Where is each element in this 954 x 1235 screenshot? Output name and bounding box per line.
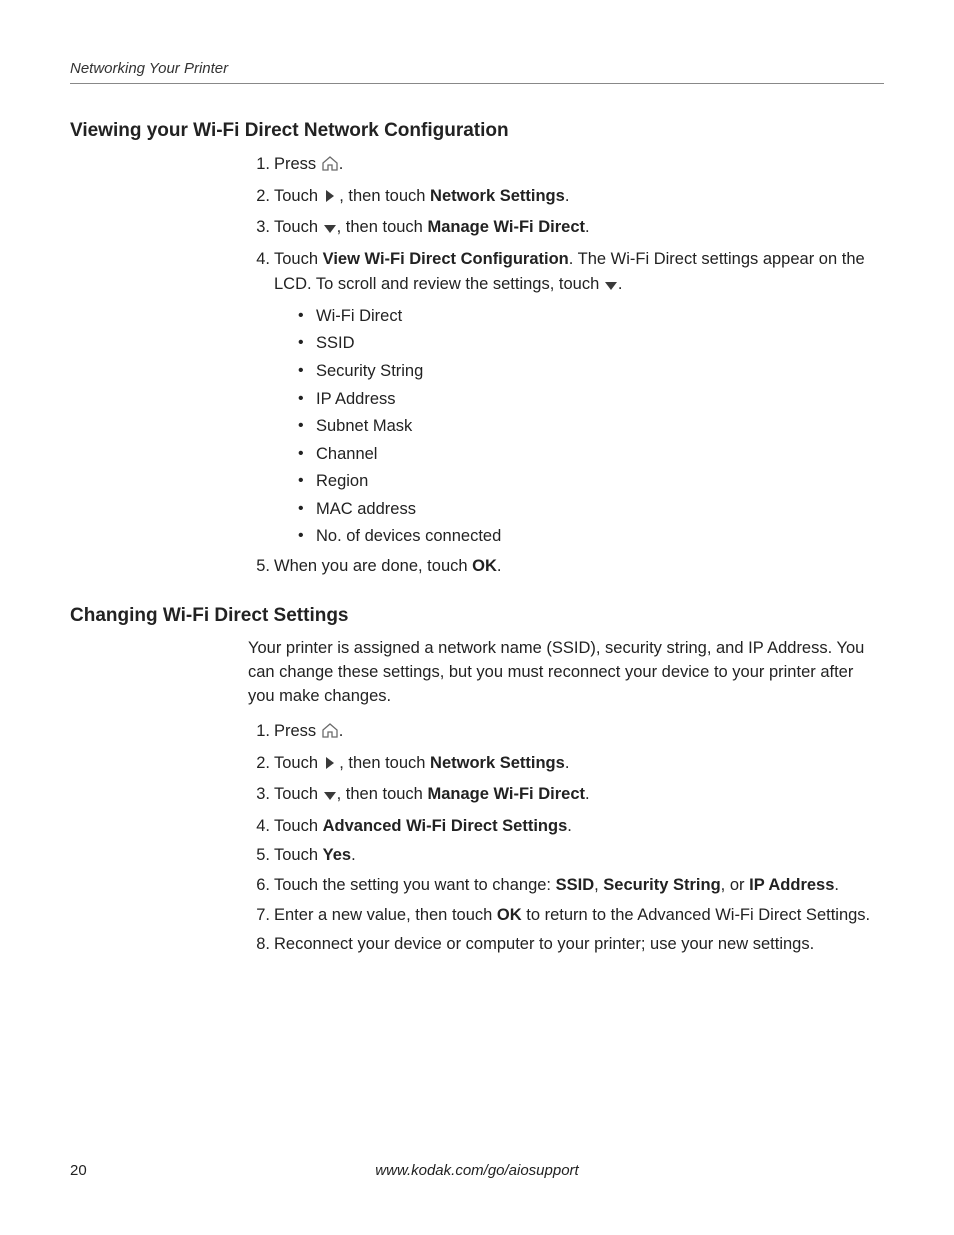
text: , or — [721, 876, 749, 894]
text: Enter a new value, then touch — [274, 906, 497, 924]
step: Touch View Wi-Fi Direct Configuration. T… — [248, 247, 884, 550]
bold-text: OK — [472, 557, 497, 575]
bold-text: SSID — [556, 876, 595, 894]
text: , then touch — [337, 218, 428, 236]
step: Touch Advanced Wi-Fi Direct Settings. — [248, 814, 884, 840]
footer-url: www.kodak.com/go/aiosupport — [70, 1162, 884, 1179]
bold-text: Manage Wi-Fi Direct — [427, 785, 585, 803]
bold-text: Advanced Wi-Fi Direct Settings — [323, 817, 568, 835]
text: . — [565, 754, 570, 772]
text: . — [618, 275, 623, 293]
text: Press — [274, 722, 321, 740]
arrow-down-icon — [323, 784, 337, 810]
text: Touch the setting you want to change: — [274, 876, 556, 894]
bold-text: Manage Wi-Fi Direct — [427, 218, 585, 236]
section1-bullets: Wi-Fi Direct SSID Security String IP Add… — [296, 304, 884, 550]
home-icon — [321, 154, 339, 180]
text: . — [339, 155, 344, 173]
step: Enter a new value, then touch OK to retu… — [248, 903, 884, 929]
arrow-right-icon — [323, 186, 335, 212]
text: Touch — [274, 754, 323, 772]
section2-heading: Changing Wi-Fi Direct Settings — [70, 605, 884, 627]
text: Touch — [274, 250, 323, 268]
text: . — [834, 876, 839, 894]
list-item: Security String — [296, 359, 884, 385]
text: Touch — [274, 817, 323, 835]
list-item: Region — [296, 469, 884, 495]
bold-text: OK — [497, 906, 522, 924]
text: to return to the Advanced Wi-Fi Direct S… — [522, 906, 870, 924]
list-item: No. of devices connected — [296, 524, 884, 550]
arrow-right-icon — [323, 753, 335, 779]
step: Touch , then touch Manage Wi-Fi Direct. — [248, 215, 884, 243]
page-number: 20 — [70, 1162, 87, 1179]
text: . — [497, 557, 502, 575]
text: , then touch — [335, 754, 430, 772]
text: . — [339, 722, 344, 740]
bold-text: View Wi-Fi Direct Configuration — [323, 250, 569, 268]
text: Touch — [274, 187, 323, 205]
text: , then touch — [335, 187, 430, 205]
list-item: Subnet Mask — [296, 414, 884, 440]
text: . — [585, 785, 590, 803]
text: . — [351, 846, 356, 864]
running-header: Networking Your Printer — [70, 60, 884, 84]
step: Touch the setting you want to change: SS… — [248, 873, 884, 899]
list-item: Channel — [296, 442, 884, 468]
list-item: SSID — [296, 331, 884, 357]
text: . — [567, 817, 572, 835]
step: Touch Yes. — [248, 843, 884, 869]
text: Touch — [274, 218, 323, 236]
section1-content: Press . Touch , then touch Network Setti… — [248, 152, 884, 579]
arrow-down-icon — [604, 274, 618, 300]
section2-content: Your printer is assigned a network name … — [248, 637, 884, 957]
section1-steps: Press . Touch , then touch Network Setti… — [248, 152, 884, 579]
text: , — [594, 876, 603, 894]
step: When you are done, touch OK. — [248, 554, 884, 580]
step: Reconnect your device or computer to you… — [248, 932, 884, 958]
section2-steps: Press . Touch , then touch Network Setti… — [248, 719, 884, 958]
bold-text: IP Address — [749, 876, 834, 894]
bold-text: Network Settings — [430, 187, 565, 205]
step: Touch , then touch Manage Wi-Fi Direct. — [248, 782, 884, 810]
page-footer: 20 www.kodak.com/go/aiosupport — [70, 1162, 884, 1179]
list-item: MAC address — [296, 497, 884, 523]
text: When you are done, touch — [274, 557, 472, 575]
arrow-down-icon — [323, 217, 337, 243]
list-item: Wi-Fi Direct — [296, 304, 884, 330]
bold-text: Network Settings — [430, 754, 565, 772]
bold-text: Security String — [603, 876, 720, 894]
text: . — [585, 218, 590, 236]
text: Touch — [274, 785, 323, 803]
step: Press . — [248, 152, 884, 180]
list-item: IP Address — [296, 387, 884, 413]
step: Touch , then touch Network Settings. — [248, 751, 884, 779]
text: . — [565, 187, 570, 205]
step: Touch , then touch Network Settings. — [248, 184, 884, 212]
home-icon — [321, 721, 339, 747]
text: , then touch — [337, 785, 428, 803]
text: Press — [274, 155, 321, 173]
bold-text: Yes — [323, 846, 351, 864]
section2-intro: Your printer is assigned a network name … — [248, 637, 884, 709]
section1-heading: Viewing your Wi-Fi Direct Network Config… — [70, 120, 884, 142]
text: Touch — [274, 846, 323, 864]
step: Press . — [248, 719, 884, 747]
